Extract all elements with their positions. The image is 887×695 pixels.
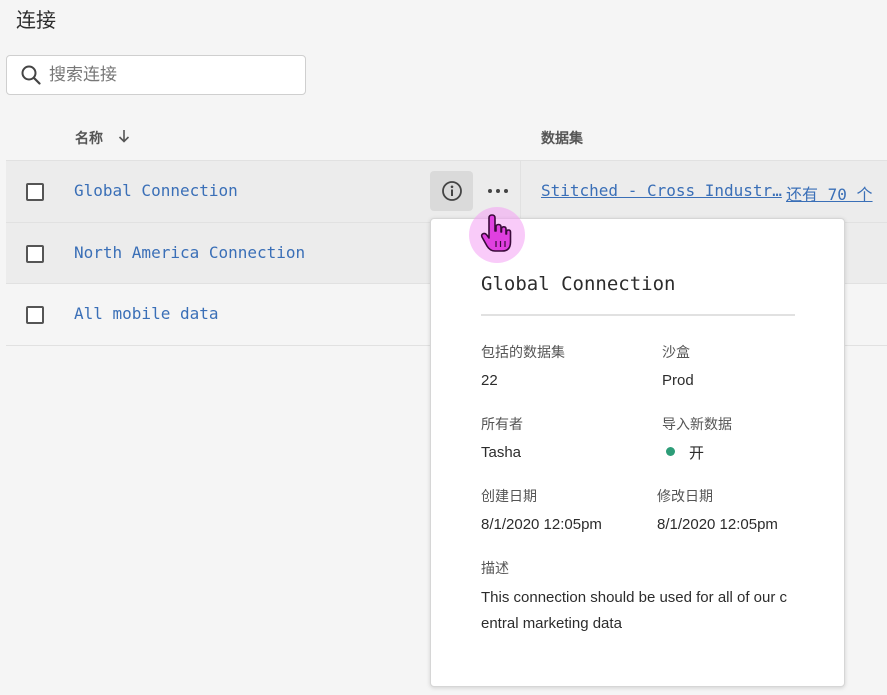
dataset-link[interactable]: Stitched - Cross Industr… <box>541 181 782 200</box>
column-divider <box>520 161 521 222</box>
more-icon <box>488 189 508 193</box>
modified-label: 修改日期 <box>657 489 713 505</box>
hand-pointer-icon <box>480 214 512 252</box>
info-button[interactable] <box>430 171 473 211</box>
description-label: 描述 <box>481 561 509 577</box>
datasets-label: 包括的数据集 <box>481 345 565 361</box>
modified-value: 8/1/2020 12:05pm <box>657 516 778 533</box>
more-actions-button[interactable] <box>484 171 512 211</box>
popover-divider <box>481 314 795 316</box>
column-header-name[interactable]: 名称 <box>75 128 103 148</box>
connection-name-link[interactable]: All mobile data <box>74 304 219 323</box>
created-value: 8/1/2020 12:05pm <box>481 516 602 533</box>
search-field[interactable] <box>6 55 306 95</box>
sandbox-value: Prod <box>662 372 694 389</box>
import-label: 导入新数据 <box>662 417 732 433</box>
row-checkbox[interactable] <box>26 306 44 324</box>
page-title: 连接 <box>16 8 56 32</box>
sort-down-icon[interactable] <box>117 128 131 144</box>
sandbox-label: 沙盒 <box>662 345 690 361</box>
connection-name-link[interactable]: Global Connection <box>74 181 238 200</box>
datasets-value: 22 <box>481 372 498 389</box>
row-checkbox[interactable] <box>26 244 44 263</box>
table-row[interactable]: Global Connection Stitched - Cross Indus… <box>6 161 887 223</box>
import-value: 开 <box>689 444 705 462</box>
created-label: 创建日期 <box>481 489 537 505</box>
info-icon <box>441 181 462 201</box>
owner-label: 所有者 <box>481 417 523 433</box>
description-value: This connection should be used for all o… <box>481 589 788 632</box>
more-datasets-link[interactable]: 还有 70 个 <box>786 181 873 205</box>
search-input[interactable] <box>49 65 289 85</box>
popover-title: Global Connection <box>481 273 676 295</box>
owner-value: Tasha <box>481 444 522 461</box>
connection-name-link[interactable]: North America Connection <box>74 243 305 262</box>
search-icon <box>21 65 41 85</box>
status-on-icon <box>666 447 675 456</box>
connection-details-popover: Global Connection 包括的数据集 22 沙盒 Prod 所有者 … <box>430 218 845 687</box>
column-header-datasets[interactable]: 数据集 <box>541 128 583 148</box>
row-checkbox[interactable] <box>26 183 44 201</box>
